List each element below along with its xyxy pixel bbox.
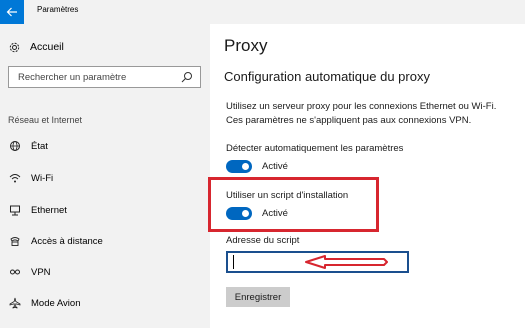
annotation-arrow	[305, 255, 388, 269]
save-button[interactable]: Enregistrer	[226, 287, 290, 307]
